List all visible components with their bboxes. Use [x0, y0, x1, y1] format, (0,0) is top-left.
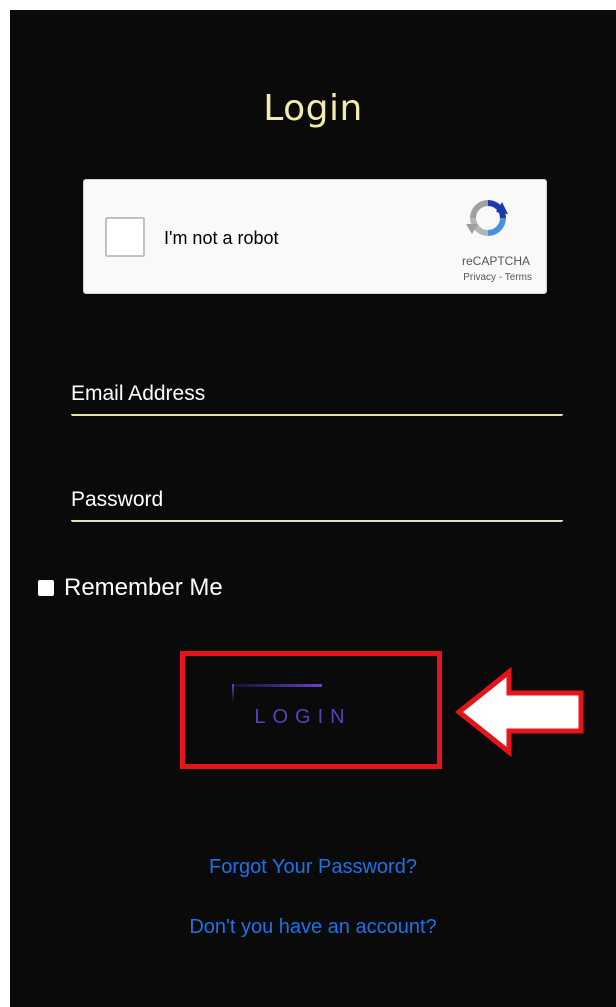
recaptcha-checkbox[interactable] [105, 217, 145, 257]
signup-link[interactable]: Don't you have an account? [10, 916, 616, 939]
email-field: Email Address [71, 368, 567, 418]
password-input[interactable] [71, 474, 567, 524]
forgot-password-link[interactable]: Forgot Your Password? [10, 856, 616, 879]
recaptcha-brand: reCAPTCHA [461, 254, 530, 268]
remember-me-option[interactable]: Remember Me [38, 573, 223, 603]
recaptcha-terms-link[interactable]: Terms [505, 272, 532, 283]
email-input[interactable] [71, 368, 567, 418]
password-field: Password [71, 474, 567, 524]
left-arrow-annotation-icon [454, 666, 584, 758]
login-screen: Login I'm not a robot reCAPTCHA Privacy … [10, 10, 616, 1007]
recaptcha-links: Privacy - Terms [463, 272, 532, 283]
remember-me-label: Remember Me [64, 574, 223, 601]
highlight-annotation-box [180, 651, 442, 769]
remember-me-checkbox[interactable] [38, 580, 54, 596]
recaptcha-label: I'm not a robot [164, 228, 279, 248]
page-title: Login [263, 88, 363, 129]
recaptcha-logo-icon [466, 200, 508, 236]
recaptcha-widget: I'm not a robot reCAPTCHA Privacy - Term… [83, 179, 547, 294]
email-underline [71, 414, 563, 416]
password-underline [71, 520, 563, 522]
recaptcha-privacy-link[interactable]: Privacy [463, 272, 496, 283]
recaptcha-link-separator: - [496, 272, 505, 283]
